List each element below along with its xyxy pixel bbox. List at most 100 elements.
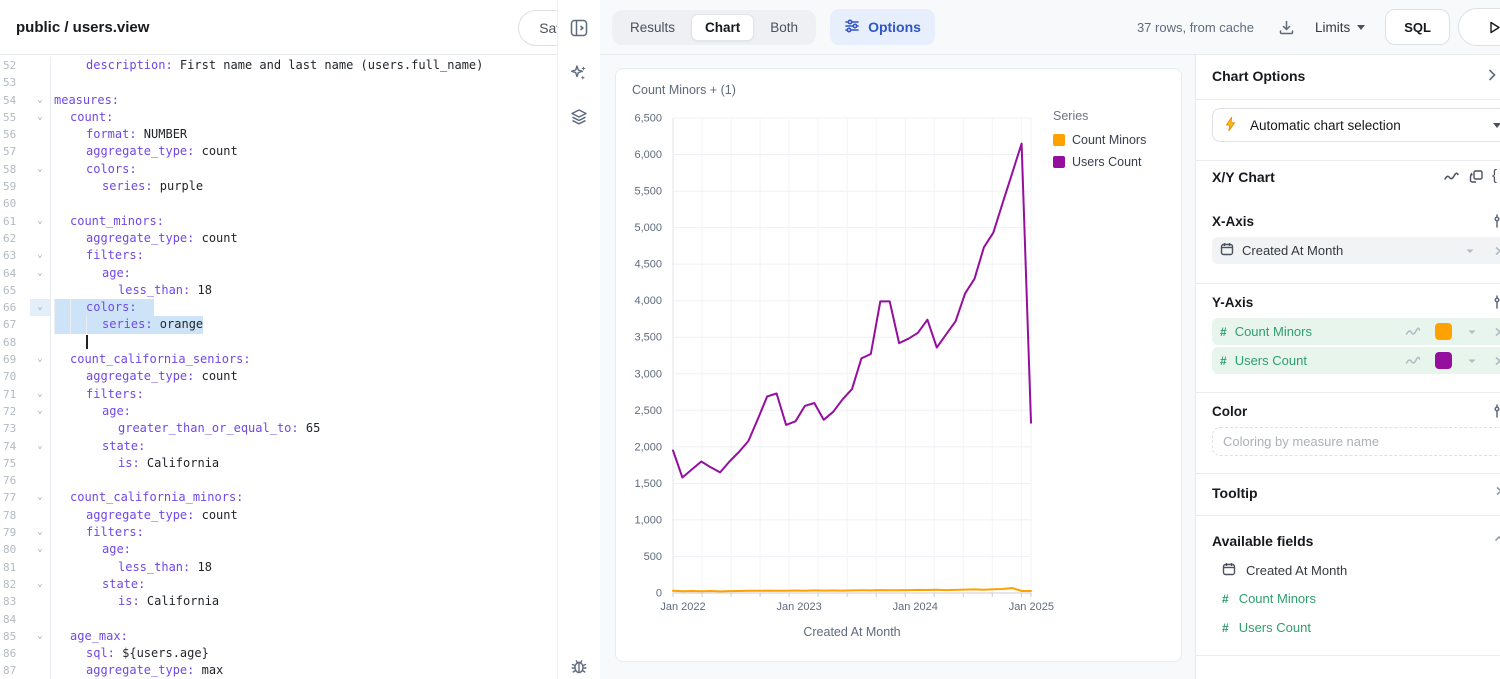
fold-chevron-icon[interactable]: ⌄ [30,161,50,178]
fold-chevron-icon[interactable]: ⌄ [30,265,50,282]
editor-line-61[interactable]: 61⌄count_minors: [0,213,557,230]
x-axis-field-pill[interactable]: Created At Month [1212,237,1500,264]
available-field-count-minors[interactable]: #Count Minors [1222,591,1316,606]
fold-chevron-icon[interactable]: ⌄ [30,109,50,126]
chevron-down-icon[interactable] [1466,355,1478,367]
editor-line-71[interactable]: 71⌄filters: [0,386,557,403]
expand-chevron-icon[interactable] [1492,355,1500,367]
fold-chevron-icon[interactable]: ⌄ [30,247,50,264]
fold-chevron-icon[interactable]: ⌄ [30,576,50,593]
editor-line-65[interactable]: 65less_than: 18 [0,282,557,299]
editor-line-66[interactable]: 66⌄colors: [0,299,557,316]
editor-line-59[interactable]: 59series: purple [0,178,557,195]
fold-chevron-icon[interactable]: ⌄ [30,524,50,541]
fold-chevron-icon[interactable]: ⌄ [30,213,50,230]
series-color-swatch[interactable] [1435,323,1452,340]
editor-line-67[interactable]: 67series: orange [0,316,557,333]
line-chart-type-icon[interactable] [1443,169,1460,190]
svg-text:5,000: 5,000 [634,222,662,234]
fold-chevron-icon[interactable]: ⌄ [30,351,50,368]
editor-line-82[interactable]: 82⌄state: [0,576,557,593]
sql-button[interactable]: SQL [1385,9,1450,45]
chevron-icon[interactable] [1492,484,1500,503]
panel-right-icon[interactable] [569,18,589,43]
chevron-down-icon[interactable] [1466,326,1478,338]
tab-chart[interactable]: Chart [691,14,754,41]
duplicate-chart-icon[interactable] [1468,168,1485,190]
layers-icon[interactable] [569,107,589,132]
chevron-down-icon[interactable] [1464,245,1476,257]
available-field-created-at-month[interactable]: Created At Month [1222,562,1347,579]
sparkles-icon[interactable] [569,63,589,88]
editor-line-87[interactable]: 87aggregate_type: max [0,662,557,679]
editor-line-76[interactable]: 76 [0,472,557,489]
editor-line-52[interactable]: 52description: First name and last name … [0,57,557,74]
line-number: 71 [0,386,30,403]
download-icon[interactable] [1278,19,1295,36]
editor-line-78[interactable]: 78aggregate_type: count [0,507,557,524]
fold-chevron-icon[interactable]: ⌄ [30,403,50,420]
color-by-placeholder[interactable]: Coloring by measure name [1212,427,1500,456]
editor-line-77[interactable]: 77⌄count_california_minors: [0,489,557,506]
editor-line-53[interactable]: 53 [0,74,557,91]
save-button[interactable]: Save c [518,10,557,46]
axis-settings-sliders-icon[interactable] [1493,213,1500,234]
editor-line-70[interactable]: 70aggregate_type: count [0,368,557,385]
editor-line-86[interactable]: 86sql: ${users.age} [0,645,557,662]
tab-results[interactable]: Results [616,14,689,41]
editor-line-75[interactable]: 75is: California [0,455,557,472]
expand-chevron-icon[interactable] [1492,245,1500,257]
yaml-editor[interactable]: 52description: First name and last name … [0,55,557,679]
automatic-chart-selection-dropdown[interactable]: Automatic chart selection [1212,108,1500,142]
editor-line-84[interactable]: 84 [0,611,557,628]
fold-chevron-icon[interactable]: ⌄ [30,299,50,316]
editor-line-64[interactable]: 64⌄age: [0,265,557,282]
editor-line-74[interactable]: 74⌄state: [0,438,557,455]
tab-both[interactable]: Both [756,14,812,41]
editor-line-63[interactable]: 63⌄filters: [0,247,557,264]
line-style-icon[interactable] [1405,355,1421,367]
run-query-button[interactable] [1458,8,1500,46]
fold-chevron-icon[interactable]: ⌄ [30,386,50,403]
y-axis-field-pill-count-minors[interactable]: #Count Minors [1212,318,1500,345]
calendar-icon [1220,242,1234,259]
axis-settings-sliders-icon[interactable] [1493,294,1500,315]
editor-line-83[interactable]: 83is: California [0,593,557,610]
bug-icon[interactable] [569,656,589,679]
chevron-right-icon[interactable] [1484,67,1500,88]
editor-line-73[interactable]: 73greater_than_or_equal_to: 65 [0,420,557,437]
editor-line-62[interactable]: 62aggregate_type: count [0,230,557,247]
editor-line-69[interactable]: 69⌄count_california_seniors: [0,351,557,368]
y-axis-field-pill-users-count[interactable]: #Users Count [1212,347,1500,374]
chart-options-button[interactable]: Options [830,9,935,45]
editor-line-55[interactable]: 55⌄count: [0,109,557,126]
fold-chevron-icon[interactable]: ⌄ [30,541,50,558]
editor-line-68[interactable]: 68 [0,334,557,351]
editor-line-72[interactable]: 72⌄age: [0,403,557,420]
editor-line-81[interactable]: 81less_than: 18 [0,559,557,576]
legend-label: Users Count [1072,155,1141,169]
color-settings-sliders-icon[interactable] [1493,403,1500,424]
editor-line-60[interactable]: 60 [0,195,557,212]
fold-chevron-icon[interactable]: ⌄ [30,92,50,109]
editor-line-85[interactable]: 85⌄age_max: [0,628,557,645]
fold-chevron-icon[interactable]: ⌄ [30,628,50,645]
fold-chevron-icon[interactable]: ⌄ [30,489,50,506]
editor-line-56[interactable]: 56format: NUMBER [0,126,557,143]
editor-line-79[interactable]: 79⌄filters: [0,524,557,541]
code-brace-icon[interactable]: { [1492,167,1497,184]
line-style-icon[interactable] [1405,326,1421,338]
editor-line-54[interactable]: 54⌄measures: [0,92,557,109]
series-color-swatch[interactable] [1435,352,1452,369]
expand-chevron-icon[interactable] [1492,326,1500,338]
legend-item[interactable]: Count Minors [1053,133,1146,147]
editor-line-57[interactable]: 57aggregate_type: count [0,143,557,160]
fold-gutter [30,57,50,74]
editor-line-58[interactable]: 58⌄colors: [0,161,557,178]
chevron-up-icon[interactable] [1492,532,1500,551]
available-field-users-count[interactable]: #Users Count [1222,620,1311,635]
limits-dropdown[interactable]: Limits [1315,20,1365,35]
fold-chevron-icon[interactable]: ⌄ [30,438,50,455]
editor-line-80[interactable]: 80⌄age: [0,541,557,558]
legend-item[interactable]: Users Count [1053,155,1146,169]
